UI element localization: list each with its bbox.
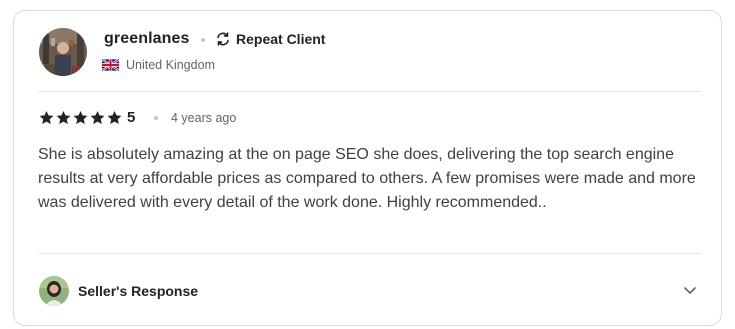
chevron-down-icon[interactable] — [681, 281, 699, 299]
rating-value: 5 — [127, 109, 136, 126]
reviewer-country: United Kingdom — [102, 58, 215, 72]
star-icon — [90, 110, 105, 125]
rating: 5 — [39, 109, 135, 126]
uk-flag-icon — [102, 59, 119, 71]
star-rating — [39, 110, 122, 125]
response-divider — [38, 253, 701, 254]
star-icon — [39, 110, 54, 125]
separator-dot — [201, 38, 205, 42]
review-text: She is absolutely amazing at the on page… — [38, 146, 696, 211]
star-icon — [56, 110, 71, 125]
separator-dot — [154, 116, 158, 120]
repeat-client-badge: Repeat Client — [215, 31, 325, 47]
review-card: greenlanes Repeat Client United Kingdom — [13, 10, 722, 326]
review-time: 4 years ago — [171, 111, 237, 125]
country-name: United Kingdom — [126, 58, 215, 72]
repeat-icon — [215, 31, 231, 47]
repeat-client-label: Repeat Client — [236, 31, 326, 47]
reviewer-username[interactable]: greenlanes — [104, 30, 189, 48]
star-icon — [107, 110, 122, 125]
seller-avatar — [39, 276, 69, 306]
seller-response-label[interactable]: Seller's Response — [78, 283, 198, 299]
header-divider — [38, 91, 701, 92]
reviewer-avatar[interactable] — [39, 28, 87, 76]
star-icon — [73, 110, 88, 125]
